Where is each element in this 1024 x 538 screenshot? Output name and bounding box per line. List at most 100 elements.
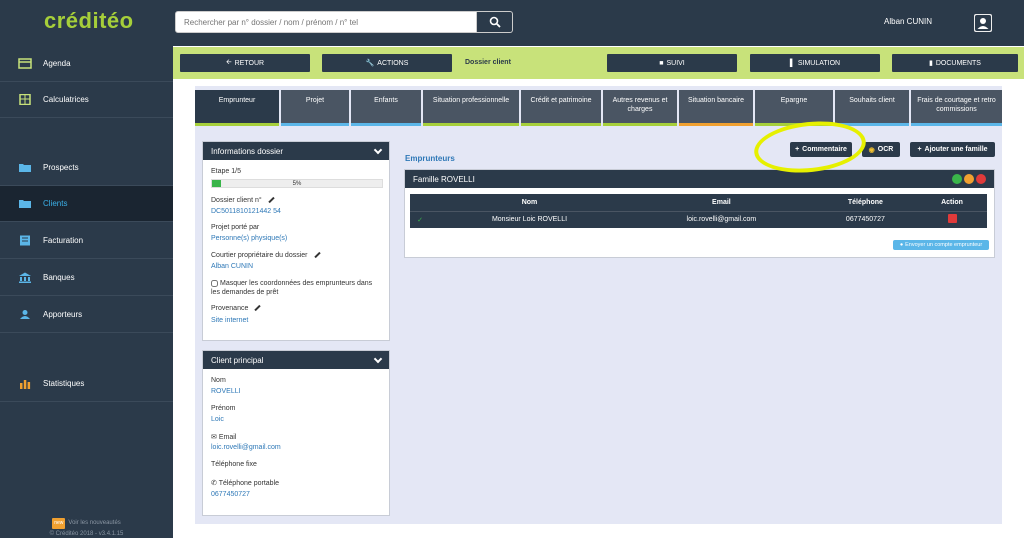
app-logo[interactable]: créditéo [44,8,134,34]
search-box [175,11,515,33]
tab-credit-patrimoine[interactable]: Crédit et patrimoine [521,90,601,126]
search-button[interactable] [477,11,513,33]
borrower-email: loic.rovelli@gmail.com [629,210,814,228]
sidebar-item-apporteurs[interactable]: Apporteurs [0,297,173,333]
bank-icon [19,272,31,283]
panel-header[interactable]: Informations dossier [203,142,389,160]
folder-open-icon [19,200,31,208]
delete-icon[interactable] [976,174,986,184]
tab-bar: Emprunteur Projet Enfants Situation prof… [195,90,1002,126]
sidebar-item-facturation[interactable]: Facturation [0,223,173,259]
pencil-icon[interactable] [313,251,321,259]
arrow-left-icon: 🡨 [225,58,232,66]
provenance-label: Provenance [211,304,262,312]
tab-emprunteur[interactable]: Emprunteur [195,90,279,126]
emprunteurs-table: Nom Email Téléphone Action ✓ Monsieur Lo… [410,194,987,228]
prenom-label: Prénom [211,405,236,412]
handshake-icon [20,310,30,319]
search-icon [489,16,501,28]
calculator-icon [19,94,31,105]
projet-label: Projet porté par [211,224,260,231]
dossier-number-label: Dossier client n° [211,196,275,204]
simulation-button[interactable]: ▌ SIMULATION [750,54,880,72]
chevron-down-icon[interactable] [373,145,383,155]
tel-portable-label: ✆ Téléphone portable [211,480,280,487]
sidebar-item-calculatrices[interactable]: Calculatrices [0,82,173,118]
action-bar: 🡨 RETOUR 🔧 ACTIONS Dossier client ■ SUIVI ▌… [173,47,1024,79]
user-name[interactable]: Alban CUNIN [884,17,932,26]
user-avatar-icon[interactable] [974,14,992,32]
tab-souhaits-client[interactable]: Souhaits client [835,90,909,126]
table-row[interactable]: ✓ Monsieur Loic ROVELLI loic.rovelli@gma… [410,210,987,228]
top-bar: créditéo Alban CUNIN [0,0,1024,46]
suivi-button[interactable]: ■ SUIVI [607,54,737,72]
sidebar-item-label: Clients [43,199,68,208]
phone-icon: ✆ [211,480,219,487]
sidebar-item-label: Facturation [43,236,84,245]
trash-icon[interactable] [947,214,957,224]
sidebar-item-label: Prospects [43,163,79,172]
sidebar-item-label: Statistiques [43,379,85,388]
sidebar-item-agenda[interactable]: Agenda [0,46,173,82]
progress-bar: 5% [211,179,383,188]
projet-value: Personne(s) physique(s) [211,235,288,242]
ajouter-famille-button[interactable]: + Ajouter une famille [910,142,995,157]
sidebar-item-banques[interactable]: Banques [0,260,173,296]
courtier-label: Courtier propriétaire du dossier [211,251,321,259]
masquer-checkbox[interactable] [211,279,218,287]
folder-icon [19,164,31,172]
actions-button[interactable]: 🔧 ACTIONS [322,54,452,72]
chart-icon: ▌ [789,59,795,67]
tab-frais-courtage[interactable]: Frais de courtage et retro commissions [911,90,1002,126]
sidebar-item-statistiques[interactable]: Statistiques [0,366,173,402]
client-principal-panel: Client principal Nom ROVELLI Prénom Loic… [202,350,390,516]
edit-icon[interactable] [964,174,974,184]
search-input[interactable] [175,11,477,33]
email-value[interactable]: loic.rovelli@gmail.com [211,444,281,451]
bar-chart-icon [20,380,31,389]
tab-situation-professionnelle[interactable]: Situation professionnelle [423,90,519,126]
wrench-icon: 🔧 [365,60,375,67]
tab-enfants[interactable]: Enfants [351,90,421,126]
nom-label: Nom [211,377,226,384]
chevron-down-icon[interactable] [373,354,383,364]
table-header-row: Nom Email Téléphone Action [410,194,987,211]
sidebar-item-prospects[interactable]: Prospects [0,150,173,186]
documents-button[interactable]: ▮ DOCUMENTS [892,54,1018,72]
panel-header[interactable]: Client principal [203,351,389,369]
sidebar-item-clients[interactable]: Clients [0,186,173,222]
dossier-number-value: DC5011810121442 54 [211,208,281,215]
masquer-coordonnees: Masquer les coordonnées des emprunteurs … [211,279,373,296]
retour-button[interactable]: 🡨 RETOUR [180,54,310,72]
add-icon[interactable] [952,174,962,184]
envoyer-compte-button[interactable]: ● Envoyer un compte emprunteur [893,240,989,250]
copyright: © Créditéo 2018 - v3.4.1.15 [49,531,124,537]
main-content: Emprunteur Projet Enfants Situation prof… [195,86,1002,524]
pencil-icon[interactable] [267,196,275,204]
provenance-value: Site internet [211,317,249,324]
invoice-icon [20,235,30,246]
sidebar-footer: new Voir les nouveautés © Créditéo 2018 -… [0,518,173,538]
sidebar-item-label: Apporteurs [43,310,83,319]
briefcase-icon: ■ [659,59,664,67]
tel-portable-value: 0677450727 [211,491,250,498]
courtier-value: Alban CUNIN [211,263,254,270]
tab-projet[interactable]: Projet [281,90,349,126]
tab-situation-bancaire[interactable]: Situation bancaire [679,90,753,126]
news-link[interactable]: new Voir les nouveautés [0,518,173,529]
sidebar-item-label: Agenda [43,59,71,68]
pencil-icon[interactable] [254,304,262,312]
sidebar: Agenda Calculatrices Prospects Clients F… [0,46,173,538]
plus-icon: + [917,146,922,153]
tab-autres-revenus[interactable]: Autres revenus et charges [603,90,677,126]
column-header-action: Action [917,194,987,211]
column-header-telephone: Téléphone [813,194,917,211]
prenom-value: Loic [211,416,224,423]
email-label: ✉ Email [211,434,237,441]
sidebar-item-label: Banques [43,273,75,282]
emprunteurs-title: Emprunteurs [405,154,455,163]
envelope-icon: ✉ [211,434,219,441]
ocr-icon: ◉ [868,146,875,154]
borrower-name[interactable]: Monsieur Loic ROVELLI [430,210,629,228]
ocr-button[interactable]: ◉ OCR [862,142,900,157]
